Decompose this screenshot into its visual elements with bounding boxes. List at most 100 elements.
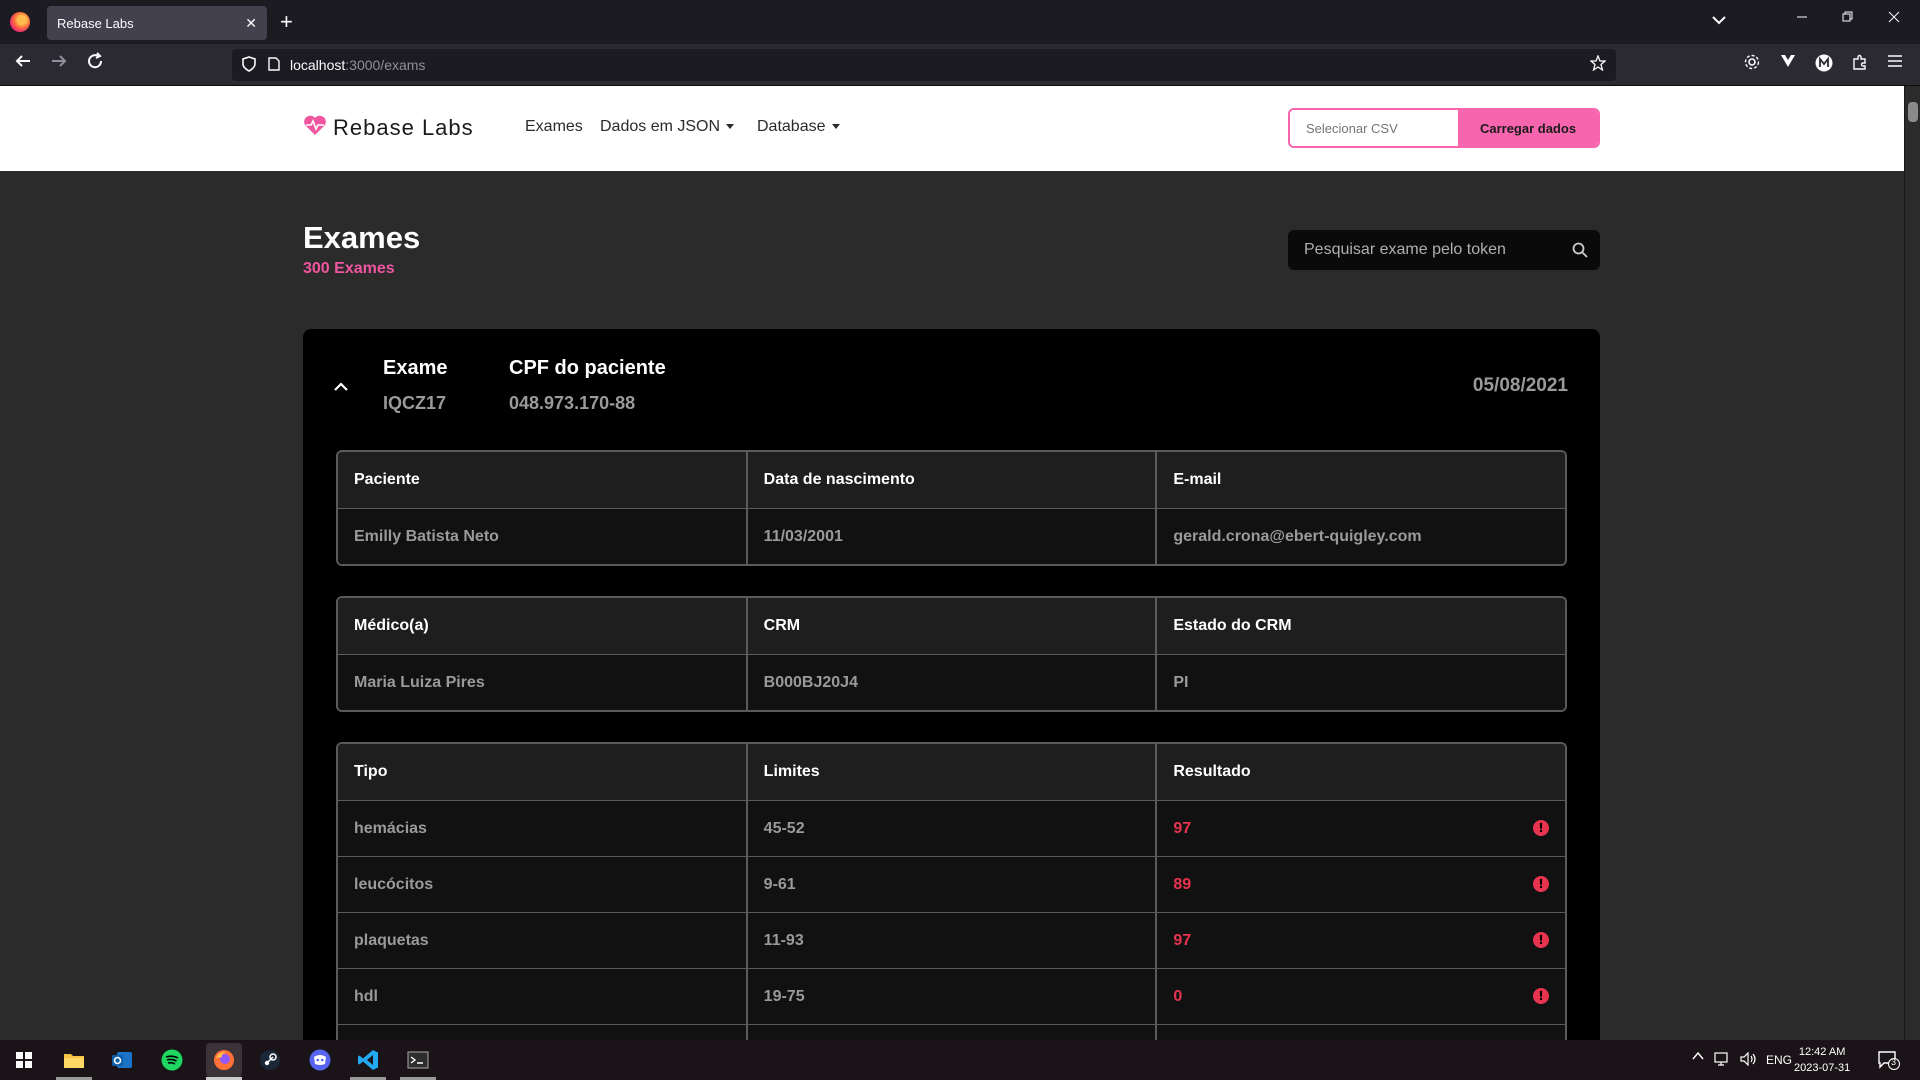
bookmark-star-icon[interactable] [1589,54,1607,76]
test-limits: 19-75 [745,969,1156,1024]
csv-file-input[interactable] [1290,110,1458,146]
test-result-value: 89 [1173,875,1192,893]
brand-logo[interactable]: Rebase Labs [303,114,474,142]
url-bar[interactable]: localhost:3000/exams [232,49,1616,81]
brand-name: Rebase Labs [333,115,474,140]
extension-m-icon[interactable] [1815,54,1833,77]
alert-icon: ! [1533,820,1550,836]
test-type: plaquetas [354,931,429,949]
test-type: hemácias [354,819,427,837]
vue-devtools-icon[interactable] [1780,54,1796,73]
network-icon[interactable] [1714,1052,1732,1069]
doctor-crm: B000BJ20J4 [745,655,1156,710]
browser-toolbar: localhost:3000/exams [0,44,1920,86]
page-title: Exames [303,220,421,255]
language-indicator[interactable]: ENG [1766,1053,1792,1067]
header-cell: Limites [745,744,1156,800]
menu-hamburger-icon[interactable] [1888,54,1902,72]
patient-birthdate: 11/03/2001 [745,509,1156,564]
nav-database-dropdown[interactable]: Database [757,118,840,136]
doctor-table: Médico(a) CRM Estado do CRM Maria Luiza … [336,596,1567,712]
csv-upload-group: Carregar dados [1288,108,1600,148]
header-cell: Tipo [354,763,388,780]
nav-database-label: Database [757,118,826,135]
test-result: 0 ! [1155,969,1565,1024]
doctor-name: Maria Luiza Pires [354,673,485,691]
alert-icon: ! [1533,988,1550,1004]
shield-icon[interactable] [242,55,256,75]
search-box [1288,230,1600,270]
minimize-icon[interactable] [1796,10,1808,28]
test-limits: 9-61 [745,857,1156,912]
scrollbar-thumb[interactable] [1908,102,1918,122]
tests-table: Tipo Limites Resultado hemácias 45-52 97… [336,742,1567,1044]
restore-icon[interactable] [1842,10,1854,28]
alert-icon: ! [1533,876,1550,892]
notification-center-icon[interactable]: 3 [1878,1050,1900,1070]
table-row: leucócitos 9-61 89 ! [338,856,1565,912]
file-explorer-icon[interactable] [60,1046,88,1074]
clock-time: 12:42 AM [1798,1046,1846,1058]
table-header-row: Paciente Data de nascimento E-mail [338,452,1565,508]
search-input[interactable] [1288,241,1560,259]
close-window-icon[interactable] [1888,10,1900,28]
extensions-puzzle-icon[interactable] [1852,54,1868,75]
forward-icon[interactable] [50,52,68,76]
table-row: Emilly Batista Neto 11/03/2001 gerald.cr… [338,508,1565,564]
discord-icon[interactable] [306,1046,334,1074]
system-clock[interactable]: 12:42 AM 2023-07-31 [1794,1044,1850,1076]
cpf-label: CPF do paciente [509,357,666,379]
patient-cpf: 048.973.170-88 [509,393,636,413]
exam-token: IQCZ17 [383,393,447,413]
vscode-icon[interactable] [354,1046,382,1074]
collapse-chevron-up-icon[interactable] [333,379,349,397]
table-row: plaquetas 11-93 97 ! [338,912,1565,968]
browser-tab-bar: Rebase Labs ✕ + [0,0,1920,44]
browser-tab[interactable]: Rebase Labs ✕ [47,6,267,40]
exam-card: Exame IQCZ17 CPF do paciente 048.973.170… [303,329,1600,1049]
table-row: Maria Luiza Pires B000BJ20J4 PI [338,654,1565,710]
test-result-value: 97 [1173,819,1192,837]
header-cell: Resultado [1155,744,1565,800]
upload-data-button[interactable]: Carregar dados [1458,110,1598,146]
firefox-taskbar-icon[interactable] [206,1043,242,1077]
test-result-value: 97 [1173,931,1192,949]
back-icon[interactable] [14,52,32,76]
nav-dados-json-dropdown[interactable]: Dados em JSON [600,118,735,136]
heart-pulse-icon [303,114,327,142]
tray-overflow-chevron-icon[interactable] [1692,1050,1704,1065]
windows-taskbar: ENG 12:42 AM 2023-07-31 3 [0,1040,1920,1080]
table-header-row: Tipo Limites Resultado [338,744,1565,800]
header-cell: CRM [745,598,1156,654]
tab-close-icon[interactable]: ✕ [245,15,257,32]
page-scrollbar[interactable] [1904,86,1920,1040]
spotify-icon[interactable] [158,1046,186,1074]
header-cell: E-mail [1155,452,1565,508]
extension-gear-icon[interactable] [1744,54,1760,75]
url-path: :3000/exams [345,57,426,73]
terminal-icon[interactable] [404,1046,432,1074]
list-tabs-icon[interactable] [1712,12,1726,28]
reload-icon[interactable] [86,52,104,76]
outlook-icon[interactable] [108,1046,136,1074]
table-row: hdl 19-75 0 ! [338,968,1565,1024]
caret-down-icon [726,124,735,130]
notification-count: 3 [1891,1057,1897,1067]
nav-exames[interactable]: Exames [525,118,583,136]
volume-icon[interactable] [1740,1051,1758,1069]
test-type: hdl [354,987,378,1005]
exam-date: 05/08/2021 [1472,375,1568,396]
windows-start-icon[interactable] [10,1046,38,1074]
nav-dados-json-label: Dados em JSON [600,118,721,135]
new-tab-button[interactable]: + [280,10,293,34]
firefox-icon[interactable] [10,12,30,32]
clock-date: 2023-07-31 [1794,1062,1851,1074]
test-result: 97 ! [1155,913,1565,968]
patient-email: gerald.crona@ebert-quigley.com [1155,509,1565,564]
test-limits: 45-52 [745,801,1156,856]
table-header-row: Médico(a) CRM Estado do CRM [338,598,1565,654]
tab-title: Rebase Labs [57,15,134,31]
steam-icon[interactable] [256,1046,284,1074]
search-icon[interactable] [1560,242,1600,258]
doctor-crm-state: PI [1155,655,1565,710]
